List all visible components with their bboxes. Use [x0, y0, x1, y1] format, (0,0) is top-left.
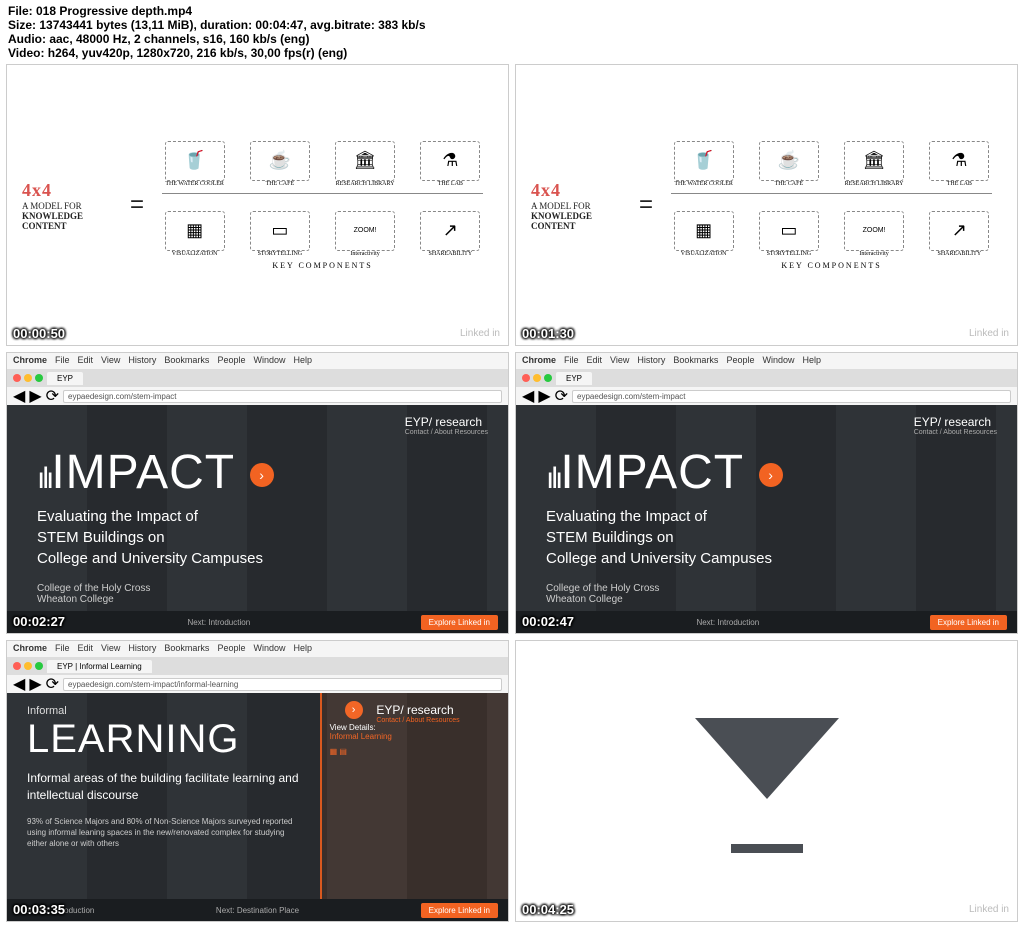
learning-heading: LEARNING: [27, 717, 300, 762]
thumbnail-grid: 4x4 A MODEL FOR KNOWLEDGE CONTENT = 🥤THE…: [0, 64, 1024, 928]
martini-icon: [677, 691, 857, 871]
lab-icon: ⚗: [420, 141, 480, 181]
frame-5: Chrome FileEditView HistoryBookmarksPeop…: [6, 640, 509, 922]
back-icon[interactable]: ◀: [13, 386, 25, 406]
audio-line: Audio: aac, 48000 Hz, 2 channels, s16, 1…: [8, 32, 1016, 46]
file-line: File: 018 Progressive depth.mp4: [8, 4, 1016, 18]
doc-icons[interactable]: ▦ ▤: [330, 747, 500, 756]
frame-6: 00:04:25 Linked in: [515, 640, 1018, 922]
learning-stats: 93% of Science Majors and 80% of Non-Sci…: [27, 816, 300, 850]
eyp-logo: EYP/ researchContact / About Resources: [405, 415, 488, 436]
reload-icon[interactable]: ⟳: [46, 386, 59, 406]
cafe-icon: ☕: [250, 141, 310, 181]
details-arrow-icon[interactable]: ›: [345, 701, 363, 719]
zoom-icon: ZOOM!: [335, 211, 395, 251]
timestamp: 00:01:30: [522, 326, 574, 341]
watercooler-icon: 🥤: [165, 141, 225, 181]
minimize-icon[interactable]: [24, 374, 32, 382]
linkedin-watermark: Linked in: [460, 328, 500, 339]
maximize-icon[interactable]: [35, 374, 43, 382]
url-bar[interactable]: ◀▶⟳ eypaedesign.com/stem-impact: [7, 387, 508, 405]
explore-button[interactable]: Explore Linked in: [421, 615, 498, 630]
address-input[interactable]: eypaedesign.com/stem-impact: [63, 390, 502, 403]
close-icon[interactable]: [13, 374, 21, 382]
timestamp: 00:02:47: [522, 614, 574, 629]
mac-menubar[interactable]: Chrome FileEditView HistoryBookmarksPeop…: [7, 353, 508, 369]
library-icon: 🏛: [335, 141, 395, 181]
frame-3: Chrome FileEditView HistoryBookmarksPeop…: [6, 352, 509, 634]
frame-4: Chrome FileEditView HistoryBookmarksPeop…: [515, 352, 1018, 634]
browser-tabbar[interactable]: EYP: [7, 369, 508, 387]
informal-label: Informal: [27, 705, 300, 717]
key-components-label: KEY COMPONENTS: [152, 261, 493, 270]
impact-subtitle: Evaluating the Impact of STEM Buildings …: [37, 506, 478, 569]
next-arrow-icon[interactable]: ›: [250, 463, 274, 487]
size-line: Size: 13743441 bytes (13,11 MiB), durati…: [8, 18, 1016, 32]
equals-icon: =: [130, 191, 144, 219]
fourxfour-logo: 4x4: [22, 180, 122, 201]
file-info-header: File: 018 Progressive depth.mp4 Size: 13…: [0, 0, 1024, 64]
timestamp: 00:00:50: [13, 326, 65, 341]
browser-tab[interactable]: EYP: [47, 372, 83, 385]
share-icon: ↗: [420, 211, 480, 251]
learning-subtitle: Informal areas of the building facilitat…: [27, 770, 300, 804]
forward-icon[interactable]: ▶: [29, 386, 41, 406]
timestamp: 00:04:25: [522, 902, 574, 917]
details-panel[interactable]: › View Details:Informal Learning ▦ ▤: [320, 693, 508, 921]
frame-2: 4x4 A MODEL FOR KNOWLEDGE CONTENT = 🥤THE…: [515, 64, 1018, 346]
timestamp: 00:02:27: [13, 614, 65, 629]
frame-1: 4x4 A MODEL FOR KNOWLEDGE CONTENT = 🥤THE…: [6, 64, 509, 346]
timestamp: 00:03:35: [13, 902, 65, 917]
impact-heading: ılıIMPACT›: [37, 445, 478, 500]
video-line: Video: h264, yuv420p, 1280x720, 216 kb/s…: [8, 46, 1016, 60]
viz-icon: ▦: [165, 211, 225, 251]
story-icon: ▭: [250, 211, 310, 251]
college-list: College of the Holy CrossWheaton College: [37, 583, 478, 605]
